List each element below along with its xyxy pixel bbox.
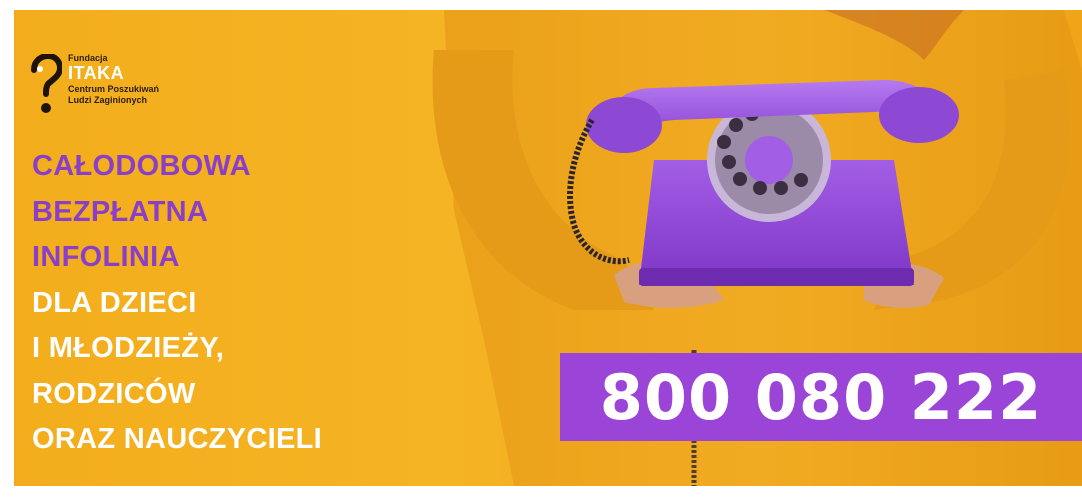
headline-line-2: BEZPŁATNA bbox=[32, 195, 209, 228]
phone-number-box: 800 080 222 bbox=[560, 353, 1082, 441]
headline-line-3: INFOLINIA bbox=[32, 241, 180, 273]
logo-subtitle-line2: Ludzi Zaginionych bbox=[68, 95, 147, 105]
headline-line-5: I MŁODZIEŻY, bbox=[32, 332, 225, 364]
logo-top-label: Fundacja bbox=[68, 53, 108, 63]
headline-line-6: RODZICÓW bbox=[32, 377, 196, 410]
headline: CAŁODOBOWA BEZPŁATNA INFOLINIA DLA DZIEC… bbox=[32, 144, 452, 463]
question-mark-logo-icon bbox=[31, 54, 62, 113]
headline-line-4: DLA DZIECI bbox=[32, 286, 197, 319]
headline-line-7: ORAZ NAUCZYCIELI bbox=[32, 423, 322, 455]
phone-number: 800 080 222 bbox=[599, 360, 1043, 434]
infoline-banner: Fundacja ITAKA Centrum Poszukiwań Ludzi … bbox=[14, 10, 1082, 486]
itaka-logo: Fundacja ITAKA Centrum Poszukiwań Ludzi … bbox=[28, 54, 188, 124]
logo-name: ITAKA bbox=[68, 63, 125, 83]
headline-line-1: CAŁODOBOWA bbox=[32, 150, 251, 182]
logo-text: Fundacja ITAKA Centrum Poszukiwań Ludzi … bbox=[68, 54, 159, 106]
logo-subtitle-line1: Centrum Poszukiwań bbox=[68, 84, 160, 94]
